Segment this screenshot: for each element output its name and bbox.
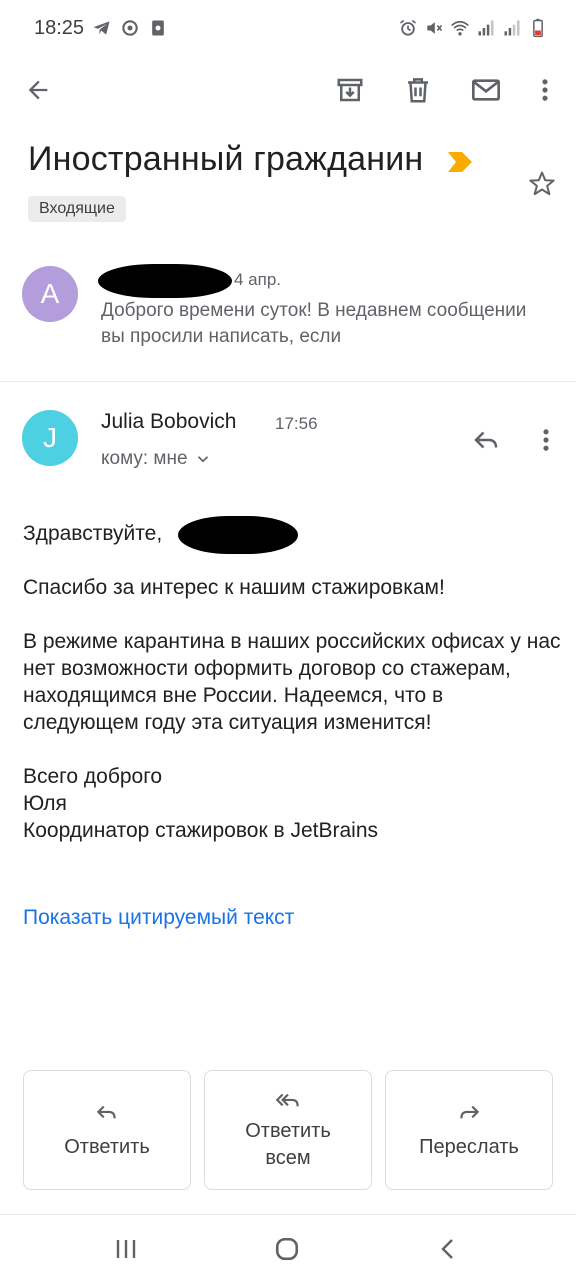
reply-all-label-line: Ответить <box>245 1120 331 1142</box>
divider <box>0 381 576 382</box>
mute-icon <box>427 22 443 34</box>
reply-all-icon <box>275 1093 299 1107</box>
body-paragraph: Спасибо за интерес к нашим стажировкам! <box>23 576 445 599</box>
avatar-letter: J <box>43 422 57 453</box>
delete-button[interactable] <box>398 70 438 110</box>
signature-line: Всего доброго <box>23 765 163 788</box>
message-body: Здравствуйте, Спасибо за интерес к нашим… <box>23 520 563 844</box>
forward-label: Переслать <box>419 1135 519 1158</box>
sender-name: Julia Bobovich <box>101 410 237 433</box>
redacted-name <box>178 516 298 554</box>
back-arrow-icon <box>28 80 48 100</box>
more-options-button[interactable] <box>525 70 565 110</box>
archive-icon <box>337 78 363 102</box>
battery-icon <box>533 18 543 38</box>
avatar-letter: A <box>40 278 60 309</box>
reply-icon-button[interactable] <box>466 420 506 460</box>
recents-icon <box>116 1240 136 1258</box>
message-snippet: Доброго времени суток! В недавнем сообще… <box>101 300 527 347</box>
show-quoted-text-link[interactable]: Показать цитируемый текст <box>23 906 294 930</box>
important-marker-icon[interactable] <box>447 151 473 173</box>
message-more-button[interactable] <box>526 420 566 460</box>
mark-unread-icon <box>472 79 500 101</box>
back-button[interactable] <box>18 70 58 110</box>
chevron-down-icon <box>197 456 208 463</box>
signature-line: Координатор стажировок в JetBrains <box>23 819 379 842</box>
mark-unread-button[interactable] <box>466 70 506 110</box>
signature-line: Юля <box>23 792 67 815</box>
status-bar: 18:25 <box>0 0 576 56</box>
inbox-label-chip[interactable]: Входящие <box>28 196 126 222</box>
system-navigation-bar <box>0 1214 576 1280</box>
recipient-text: кому: мне <box>101 448 188 469</box>
more-vert-icon <box>543 429 549 451</box>
archive-button[interactable] <box>330 70 370 110</box>
avatar[interactable]: J <box>22 410 78 466</box>
forward-button[interactable]: Переслать <box>385 1070 553 1190</box>
app-notification-icon <box>152 20 164 36</box>
collapsed-message[interactable]: A 4 апр. Доброго времени суток! В недавн… <box>0 250 576 380</box>
star-button[interactable] <box>524 166 560 202</box>
message-time: 17:56 <box>275 414 318 433</box>
star-icon <box>529 171 555 196</box>
reply-all-label-line: всем <box>265 1147 311 1169</box>
back-nav-button[interactable] <box>428 1231 468 1267</box>
reply-all-button[interactable]: Ответить всем <box>204 1070 372 1190</box>
greeting-text: Здравствуйте, <box>23 522 163 545</box>
wifi-icon <box>451 20 469 36</box>
delete-icon <box>408 78 428 103</box>
reply-button[interactable]: Ответить <box>23 1070 191 1190</box>
signal-icon <box>478 20 494 36</box>
email-subject: Иностранный гражданин <box>28 140 424 178</box>
back-icon <box>441 1239 453 1259</box>
recipient-details-toggle[interactable]: кому: мне <box>101 448 212 470</box>
alarm-icon <box>400 19 416 36</box>
reply-label: Ответить <box>64 1135 150 1158</box>
home-button[interactable] <box>267 1231 307 1267</box>
message-date: 4 апр. <box>234 270 282 289</box>
status-time: 18:25 <box>34 17 85 39</box>
home-icon <box>275 1237 299 1261</box>
more-vert-icon <box>542 79 548 101</box>
telegram-icon <box>93 21 110 35</box>
reply-icon <box>474 431 498 449</box>
signal-icon <box>504 20 520 36</box>
message-header: J Julia Bobovich 17:56 кому: мне <box>0 400 576 480</box>
redacted-sender <box>98 264 232 298</box>
avatar: A <box>22 266 78 322</box>
target-icon <box>122 20 138 36</box>
recents-button[interactable] <box>106 1231 146 1267</box>
reply-icon <box>96 1105 116 1118</box>
forward-icon <box>460 1105 480 1118</box>
toolbar <box>0 60 576 118</box>
body-paragraph: В режиме карантина в наших российских оф… <box>23 630 561 734</box>
